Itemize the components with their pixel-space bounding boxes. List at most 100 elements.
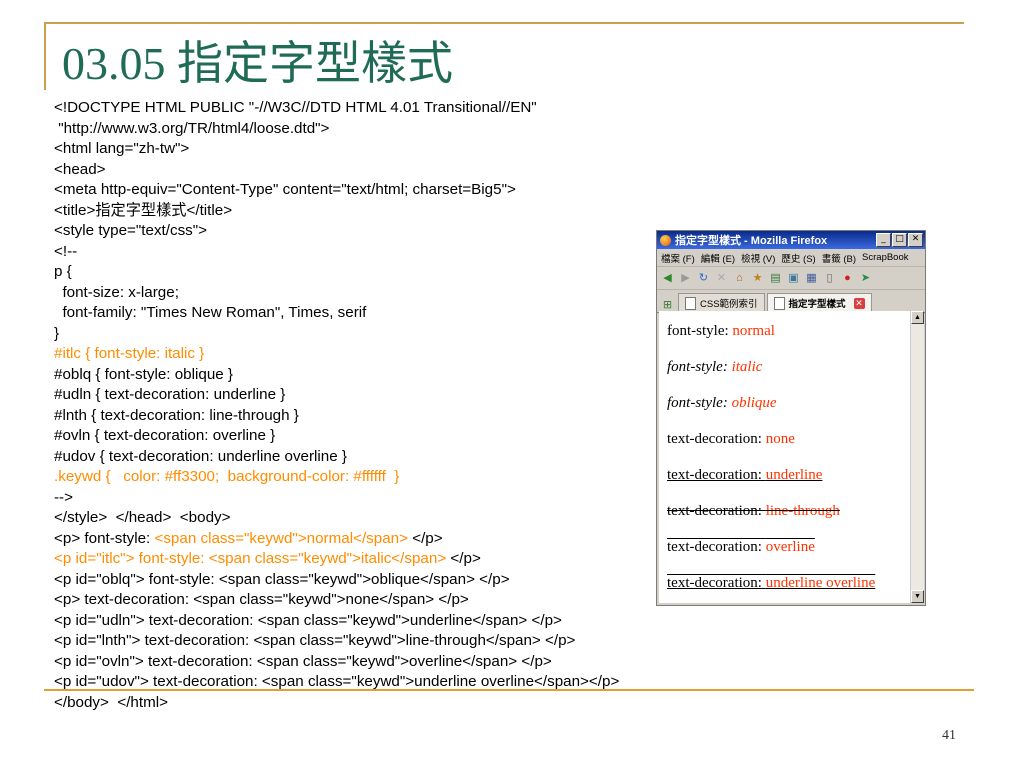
code-fragment: </p> bbox=[407, 529, 443, 547]
demo-italic: font-style: italic bbox=[667, 359, 763, 376]
demo-label: font-style: bbox=[667, 395, 728, 411]
code-line: font-size: x-large; bbox=[54, 283, 179, 301]
demo-oblique: font-style: oblique bbox=[667, 395, 777, 412]
demo-value: italic bbox=[731, 359, 763, 375]
menu-file[interactable]: 檔案 (F) bbox=[661, 251, 695, 265]
demo-label: text-decoration: bbox=[667, 503, 762, 519]
document-icon bbox=[773, 296, 785, 310]
document-icon bbox=[685, 296, 696, 310]
demo-value: none bbox=[765, 431, 795, 447]
stop-icon[interactable]: ✕ bbox=[715, 272, 728, 285]
code-line: <p id="lnth"> text-decoration: <span cla… bbox=[54, 632, 576, 649]
code-line: } bbox=[54, 324, 60, 342]
code-line: "http://www.w3.org/TR/html4/loose.dtd"> bbox=[54, 119, 330, 137]
code-fragment: </p> bbox=[446, 550, 481, 567]
code-line-highlighted: .keywd { color: #ff3300; background-colo… bbox=[54, 468, 400, 485]
minimize-button[interactable]: _ bbox=[876, 233, 891, 247]
tab-active[interactable]: 指定字型樣式 ✕ bbox=[766, 293, 872, 312]
code-line: #udln { text-decoration: underline } bbox=[54, 386, 286, 403]
title-accent-line bbox=[44, 22, 46, 90]
tab-label: 指定字型樣式 bbox=[788, 299, 846, 310]
maximize-button[interactable]: □ bbox=[892, 233, 907, 247]
code-line-highlighted: #itlc { font-style: italic } bbox=[54, 345, 205, 362]
scroll-up-icon[interactable]: ▲ bbox=[911, 311, 924, 324]
code-line: <meta http-equiv="Content-Type" content=… bbox=[54, 181, 516, 198]
demo-label: text-decoration: bbox=[667, 431, 762, 447]
firefox-window-screenshot: 指定字型樣式 - Mozilla Firefox _ □ ✕ 檔案 (F) 編輯… bbox=[656, 230, 926, 606]
code-line: </body> </html> bbox=[54, 693, 168, 711]
code-line: font-family: "Times New Roman", Times, s… bbox=[54, 304, 367, 321]
demo-value: normal bbox=[732, 323, 775, 339]
demo-value: underline bbox=[765, 467, 823, 483]
demo-normal: font-style: normal bbox=[667, 323, 775, 340]
navigation-toolbar: ◀ ▶ ↻ ✕ ⌂ ★ ▤ ▣ ▦ ▯ ● ➤ bbox=[657, 267, 925, 290]
bookmark-icon[interactable]: ★ bbox=[751, 272, 764, 285]
code-line: <p id="ovln"> text-decoration: <span cla… bbox=[54, 652, 552, 670]
window-titlebar: 指定字型樣式 - Mozilla Firefox _ □ ✕ bbox=[657, 231, 925, 249]
menu-edit[interactable]: 編輯 (E) bbox=[701, 251, 735, 265]
code-line: <p> text-decoration: <span class="keywd"… bbox=[54, 591, 469, 608]
forward-arrow-icon[interactable]: ▶ bbox=[679, 272, 692, 285]
code-line: <!-- bbox=[54, 242, 78, 260]
demo-value: oblique bbox=[731, 395, 777, 411]
demo-value: overline bbox=[765, 539, 815, 555]
demo-label: font-style: bbox=[667, 359, 728, 375]
reload-icon[interactable]: ↻ bbox=[697, 272, 710, 285]
screenshot-icon[interactable]: ▣ bbox=[787, 272, 800, 285]
demo-underline-overline: text-decoration: underline overline bbox=[667, 575, 876, 592]
home-icon[interactable]: ⌂ bbox=[733, 272, 746, 285]
document-icon[interactable]: ▯ bbox=[823, 272, 836, 285]
tab-css-index[interactable]: CSS範例索引 bbox=[678, 293, 765, 312]
code-line: --> bbox=[54, 488, 73, 506]
scroll-down-icon[interactable]: ▼ bbox=[911, 590, 924, 603]
top-rule bbox=[44, 22, 964, 24]
demo-label: text-decoration: bbox=[667, 575, 762, 591]
code-line: #udov { text-decoration: underline overl… bbox=[54, 447, 347, 465]
code-line: <style type="text/css"> bbox=[54, 222, 208, 239]
code-listing: <!DOCTYPE HTML PUBLIC "-//W3C//DTD HTML … bbox=[54, 98, 619, 713]
code-line: <html lang="zh-tw"> bbox=[54, 140, 190, 157]
code-fragment-highlighted: <p id="itlc"> font-style: <span class="k… bbox=[54, 550, 447, 567]
extension-icon[interactable]: ➤ bbox=[859, 272, 872, 285]
demo-underline: text-decoration: underline bbox=[667, 467, 823, 484]
code-line: <p id="udln"> text-decoration: <span cla… bbox=[54, 611, 562, 629]
window-title: 指定字型樣式 - Mozilla Firefox bbox=[675, 235, 828, 247]
code-line: <title>指定字型樣式</title> bbox=[54, 201, 233, 219]
demo-label: font-style: bbox=[667, 323, 729, 339]
code-fragment-highlighted: <span class="keywd">normal</span> bbox=[154, 529, 408, 547]
code-line: #oblq { font-style: oblique } bbox=[54, 365, 234, 383]
demo-value: line-through bbox=[765, 503, 840, 519]
code-fragment: <p> font-style: bbox=[54, 529, 155, 547]
menu-view[interactable]: 檢視 (V) bbox=[741, 251, 775, 265]
demo-label: text-decoration: bbox=[667, 467, 762, 483]
close-button[interactable]: ✕ bbox=[908, 233, 923, 247]
menu-history[interactable]: 歷史 (S) bbox=[781, 251, 815, 265]
demo-label: text-decoration: bbox=[667, 539, 762, 555]
code-line: <!DOCTYPE HTML PUBLIC "-//W3C//DTD HTML … bbox=[54, 99, 537, 116]
page-icon[interactable]: ▤ bbox=[769, 272, 782, 285]
code-line: #ovln { text-decoration: overline } bbox=[54, 427, 276, 444]
tab-close-icon[interactable]: ✕ bbox=[853, 297, 865, 309]
tab-bar: ⊞ CSS範例索引 指定字型樣式 ✕ bbox=[657, 290, 925, 313]
page-content: font-style: normal font-style: italic fo… bbox=[659, 311, 912, 603]
demo-none: text-decoration: none bbox=[667, 431, 795, 448]
code-line: p { bbox=[54, 263, 72, 280]
demo-line-through: text-decoration: line-through bbox=[667, 503, 840, 520]
window-icon[interactable]: ▦ bbox=[805, 272, 818, 285]
window-controls: _ □ ✕ bbox=[876, 233, 925, 247]
tab-label: CSS範例索引 bbox=[700, 299, 758, 310]
bottom-rule bbox=[44, 689, 974, 691]
code-line: <p> font-style: <span class="keywd">norm… bbox=[54, 529, 619, 550]
menu-bookmarks[interactable]: 書籤 (B) bbox=[822, 251, 856, 265]
demo-value: underline overline bbox=[765, 575, 876, 591]
code-line: <head> bbox=[54, 160, 106, 178]
adblock-icon[interactable]: ● bbox=[841, 272, 854, 285]
demo-overline: text-decoration: overline bbox=[667, 539, 815, 556]
back-arrow-icon[interactable]: ◀ bbox=[661, 272, 674, 285]
slide-title: 03.05 指定字型樣式 bbox=[62, 38, 453, 89]
menu-bar: 檔案 (F) 編輯 (E) 檢視 (V) 歷史 (S) 書籤 (B) Scrap… bbox=[657, 249, 925, 267]
code-line: <p id="itlc"> font-style: <span class="k… bbox=[54, 549, 619, 570]
code-line: <p id="oblq"> font-style: <span class="k… bbox=[54, 570, 510, 588]
vertical-scrollbar[interactable]: ▲ ▼ bbox=[910, 311, 924, 603]
menu-scrapbook[interactable]: ScrapBook bbox=[862, 252, 908, 263]
